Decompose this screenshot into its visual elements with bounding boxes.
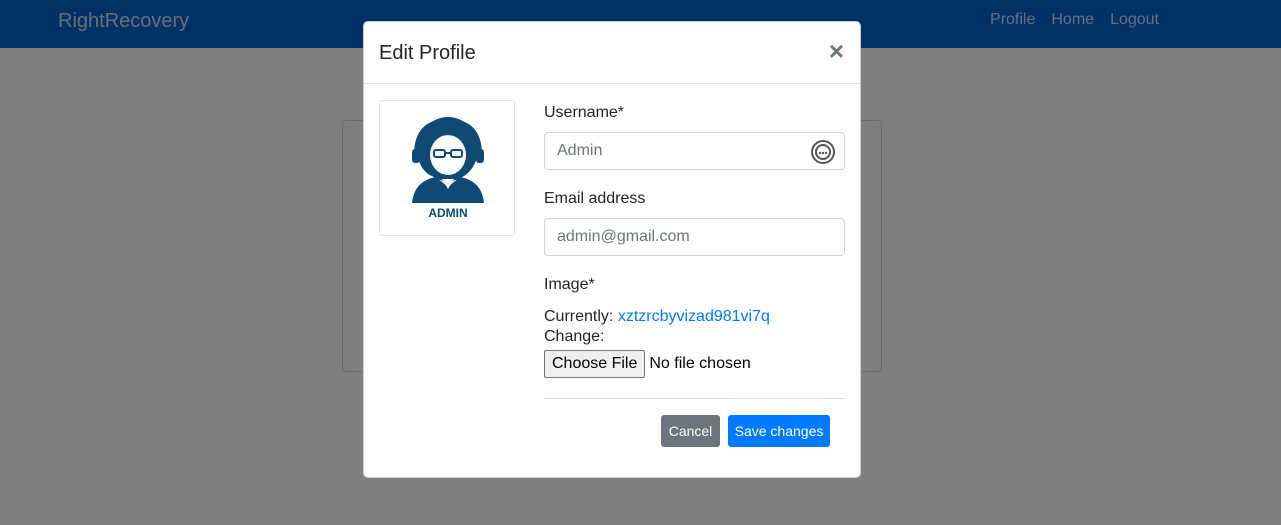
password-manager-icon[interactable] (810, 139, 836, 165)
close-button[interactable]: × (829, 38, 844, 64)
save-changes-button[interactable]: Save changes (728, 415, 830, 447)
profile-form: Username* Admin Email address admin@gmai… (544, 100, 845, 378)
choose-file-button[interactable]: Choose File (544, 350, 646, 378)
file-status: No file chosen (649, 355, 751, 372)
avatar-caption: ADMIN (428, 206, 467, 219)
username-label: Username* (544, 104, 625, 121)
username-field[interactable]: Admin (544, 132, 845, 170)
modal-title: Edit Profile (379, 42, 476, 64)
currently-row: Currently: xztzrcbyvizad981vi7q (544, 308, 845, 326)
form-divider (544, 398, 845, 399)
email-field[interactable]: admin@gmail.com (544, 218, 845, 256)
email-label: Email address (544, 190, 646, 207)
file-input[interactable]: Choose File No file chosen (544, 350, 845, 378)
username-value: Admin (557, 142, 603, 159)
avatar-image: ADMIN (379, 100, 515, 236)
modal-header: Edit Profile × (364, 22, 860, 84)
edit-profile-modal: Edit Profile × ADMIN Username* Admin Ema… (363, 21, 861, 478)
email-value: admin@gmail.com (557, 228, 690, 245)
cancel-button[interactable]: Cancel (661, 415, 720, 447)
admin-avatar-icon: ADMIN (412, 117, 484, 219)
current-image-link[interactable]: xztzrcbyvizad981vi7q (618, 308, 770, 325)
image-label: Image* (544, 276, 595, 293)
currently-label: Currently: (544, 308, 614, 325)
change-label: Change: (544, 328, 605, 345)
